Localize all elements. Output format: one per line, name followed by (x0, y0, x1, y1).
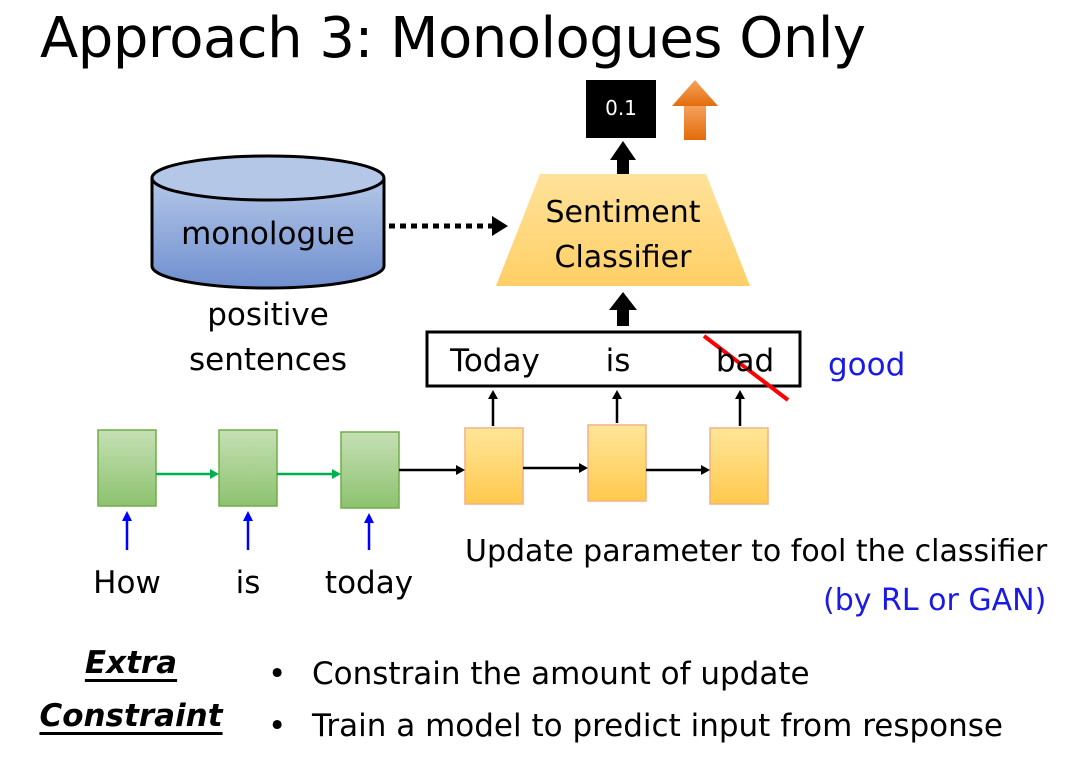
black-arrow-icon (488, 390, 498, 426)
update-note-line2: (by RL or GAN) (823, 583, 1047, 618)
decoder-cell (587, 424, 647, 502)
input-word: today (324, 565, 414, 601)
update-note-line1: Update parameter to fool the classifier (465, 534, 1048, 569)
extra-constraint-line2: Constraint (39, 698, 223, 734)
black-arrow-icon (399, 465, 465, 475)
bullet-item: • Train a model to predict input from res… (268, 708, 1003, 744)
encoder-cell (218, 429, 278, 507)
input-word: How (93, 565, 161, 601)
decoder-cell (709, 427, 769, 505)
database-label: monologue (181, 216, 355, 252)
score-value: 0.1 (605, 96, 637, 120)
replacement-word: good (828, 347, 906, 383)
up-arrow-icon (610, 141, 636, 174)
black-arrow-icon (646, 465, 710, 475)
classifier-label-line2: Classifier (554, 240, 692, 275)
bullet-text: Constrain the amount of update (312, 656, 810, 692)
dotted-arrow-icon (389, 216, 508, 236)
response-word: is (605, 343, 631, 379)
decoder-cell (464, 427, 524, 505)
input-word: is (235, 565, 261, 601)
response-word-struck: bad (715, 343, 775, 379)
bullet-dot-icon: • (268, 656, 287, 692)
black-arrow-icon (735, 390, 745, 426)
positive-caption-line2: sentences (188, 342, 347, 378)
blue-arrow-icon (122, 511, 132, 550)
blue-arrow-icon (364, 513, 374, 550)
bullet-item: • Constrain the amount of update (268, 656, 810, 692)
black-arrow-icon (612, 390, 622, 423)
blue-arrow-icon (243, 511, 253, 550)
response-word: Today (450, 343, 540, 379)
black-arrow-icon (523, 463, 588, 473)
extra-constraint-line1: Extra (84, 645, 178, 681)
orange-up-arrow-icon (672, 80, 718, 140)
classifier-label-line1: Sentiment (545, 195, 701, 230)
bullet-dot-icon: • (268, 708, 287, 744)
bullet-text: Train a model to predict input from resp… (312, 708, 1003, 744)
encoder-cell (340, 431, 400, 509)
green-arrow-icon (156, 469, 219, 479)
positive-caption-line1: positive (207, 297, 329, 333)
green-arrow-icon (277, 469, 341, 479)
encoder-cell (97, 429, 157, 507)
up-arrow-icon (609, 292, 637, 326)
